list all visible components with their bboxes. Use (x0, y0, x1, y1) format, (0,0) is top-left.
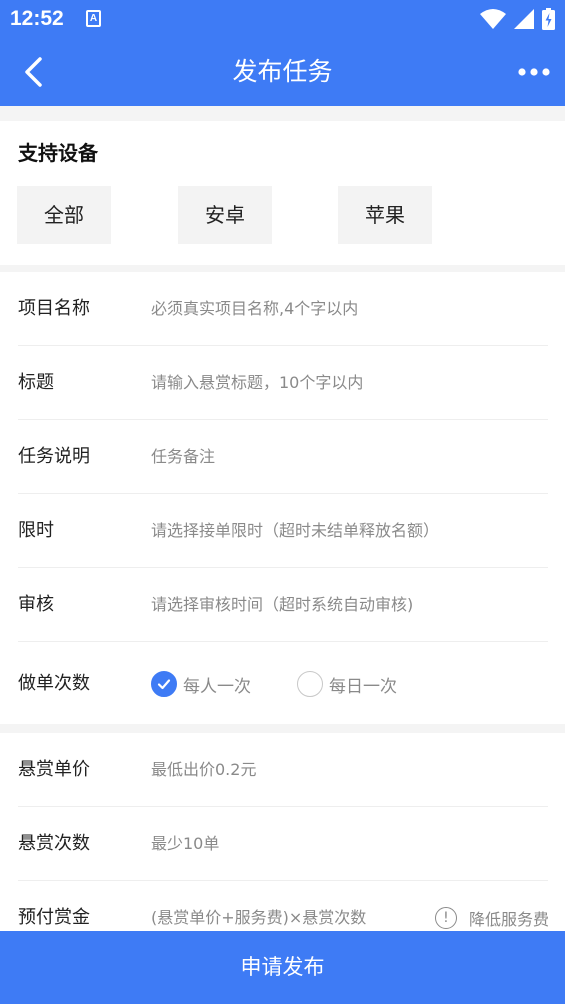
radio-once-per-day-label: 每日一次 (329, 676, 397, 697)
time-limit-row[interactable]: 限时 请选择接单限时（超时未结单释放名额） (0, 494, 565, 568)
project-name-row[interactable]: 项目名称 必须真实项目名称,4个字以内 (0, 272, 565, 346)
device-option-all[interactable]: 全部 (17, 186, 111, 244)
system-icons (480, 8, 555, 30)
device-section: 支持设备 全部 安卓 苹果 (0, 121, 565, 265)
exclamation-icon: ! (434, 907, 457, 929)
status-bar: 12:52 A (0, 0, 565, 38)
project-name-label: 项目名称 (18, 298, 90, 319)
frequency-label: 做单次数 (18, 673, 90, 694)
reward-count-row[interactable]: 悬赏次数 最少10单 (0, 807, 565, 881)
radio-checked-icon (151, 671, 177, 697)
radio-once-per-day[interactable]: 每日一次 (297, 642, 397, 726)
unit-price-label: 悬赏单价 (18, 759, 90, 780)
radio-once-per-person-label: 每人一次 (183, 676, 251, 697)
unit-price-row[interactable]: 悬赏单价 最低出价0.2元 (0, 733, 565, 807)
signal-icon (514, 9, 534, 29)
submit-button[interactable]: 申请发布 (0, 931, 565, 1004)
review-select[interactable]: 请选择审核时间（超时系统自动审核) (151, 568, 413, 642)
description-input[interactable]: 任务备注 (151, 420, 215, 494)
battery-icon (542, 8, 555, 30)
more-options-icon[interactable] (517, 64, 551, 80)
title-label: 标题 (18, 372, 54, 393)
reward-count-input[interactable]: 最少10单 (151, 807, 219, 881)
reduce-fee-label: 降低服务费 (468, 910, 549, 929)
status-time: 12:52 (10, 7, 64, 30)
radio-once-per-person[interactable]: 每人一次 (151, 642, 251, 726)
device-section-title: 支持设备 (18, 141, 98, 165)
time-limit-label: 限时 (18, 520, 54, 541)
reward-count-label: 悬赏次数 (18, 833, 90, 854)
title-input[interactable]: 请输入悬赏标题，10个字以内 (151, 346, 363, 420)
description-label: 任务说明 (18, 446, 90, 467)
device-option-android[interactable]: 安卓 (178, 186, 272, 244)
description-row[interactable]: 任务说明 任务备注 (0, 420, 565, 494)
wifi-icon (480, 9, 506, 29)
radio-unchecked-icon (297, 671, 323, 697)
page-title: 发布任务 (232, 57, 333, 86)
time-limit-select[interactable]: 请选择接单限时（超时未结单释放名额） (151, 494, 439, 568)
unit-price-input[interactable]: 最低出价0.2元 (151, 733, 256, 807)
nav-bar: 发布任务 (0, 38, 565, 106)
review-label: 审核 (18, 594, 54, 615)
project-name-input[interactable]: 必须真实项目名称,4个字以内 (151, 272, 358, 346)
device-option-ios[interactable]: 苹果 (338, 186, 432, 244)
title-row[interactable]: 标题 请输入悬赏标题，10个字以内 (0, 346, 565, 420)
reward-form: 悬赏单价 最低出价0.2元 悬赏次数 最少10单 预付赏金 (悬赏单价+服务费)… (0, 733, 565, 931)
review-row[interactable]: 审核 请选择审核时间（超时系统自动审核) (0, 568, 565, 642)
frequency-row: 做单次数 每人一次 每日一次 (0, 642, 565, 724)
task-info-form: 项目名称 必须真实项目名称,4个字以内 标题 请输入悬赏标题，10个字以内 任务… (0, 272, 565, 724)
app-notification-icon: A (86, 10, 101, 27)
